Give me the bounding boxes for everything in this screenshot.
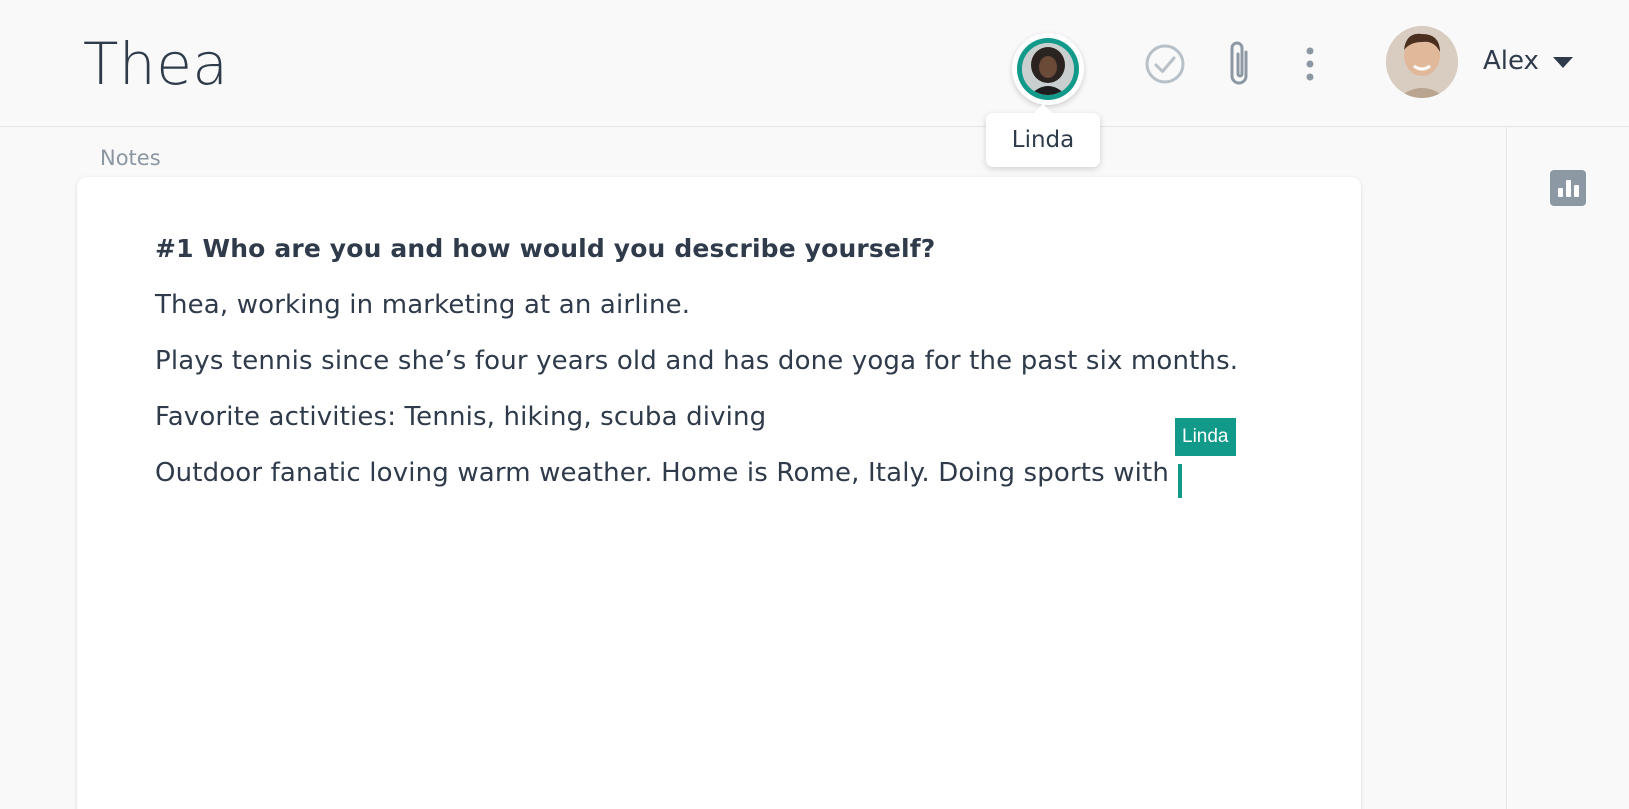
page-title: Thea xyxy=(83,30,229,98)
note-line: Outdoor fanatic loving warm weather. Hom… xyxy=(155,458,1170,488)
right-sidebar xyxy=(1506,127,1629,809)
note-line: Thea, working in marketing at an airline… xyxy=(155,290,691,320)
live-cursor-label: Linda xyxy=(1175,418,1236,456)
user-avatar xyxy=(1386,26,1458,98)
user-menu[interactable]: Alex xyxy=(1386,26,1586,98)
bar-chart-icon[interactable] xyxy=(1550,170,1586,206)
paperclip-icon[interactable] xyxy=(1222,38,1256,90)
notes-label: Notes xyxy=(100,146,161,170)
header: Thea Linda Alex xyxy=(0,0,1629,167)
more-vertical-icon[interactable] xyxy=(1298,42,1322,86)
note-heading: #1 Who are you and how would you describ… xyxy=(155,234,936,263)
avatar xyxy=(1022,43,1074,95)
note-line: Favorite activities: Tennis, hiking, scu… xyxy=(155,402,767,432)
check-circle-icon[interactable] xyxy=(1143,42,1187,86)
note-line: Plays tennis since she’s four years old … xyxy=(155,346,1239,376)
notes-editor[interactable]: #1 Who are you and how would you describ… xyxy=(77,177,1361,809)
collaborator-tooltip: Linda xyxy=(986,104,1100,167)
live-cursor xyxy=(1178,464,1182,498)
collaborator-avatar[interactable] xyxy=(1012,33,1084,105)
app-window: Thea Linda Alex Notes #1 Who are you and… xyxy=(0,0,1629,809)
chevron-down-icon xyxy=(1553,57,1573,68)
user-name: Alex xyxy=(1483,46,1539,76)
